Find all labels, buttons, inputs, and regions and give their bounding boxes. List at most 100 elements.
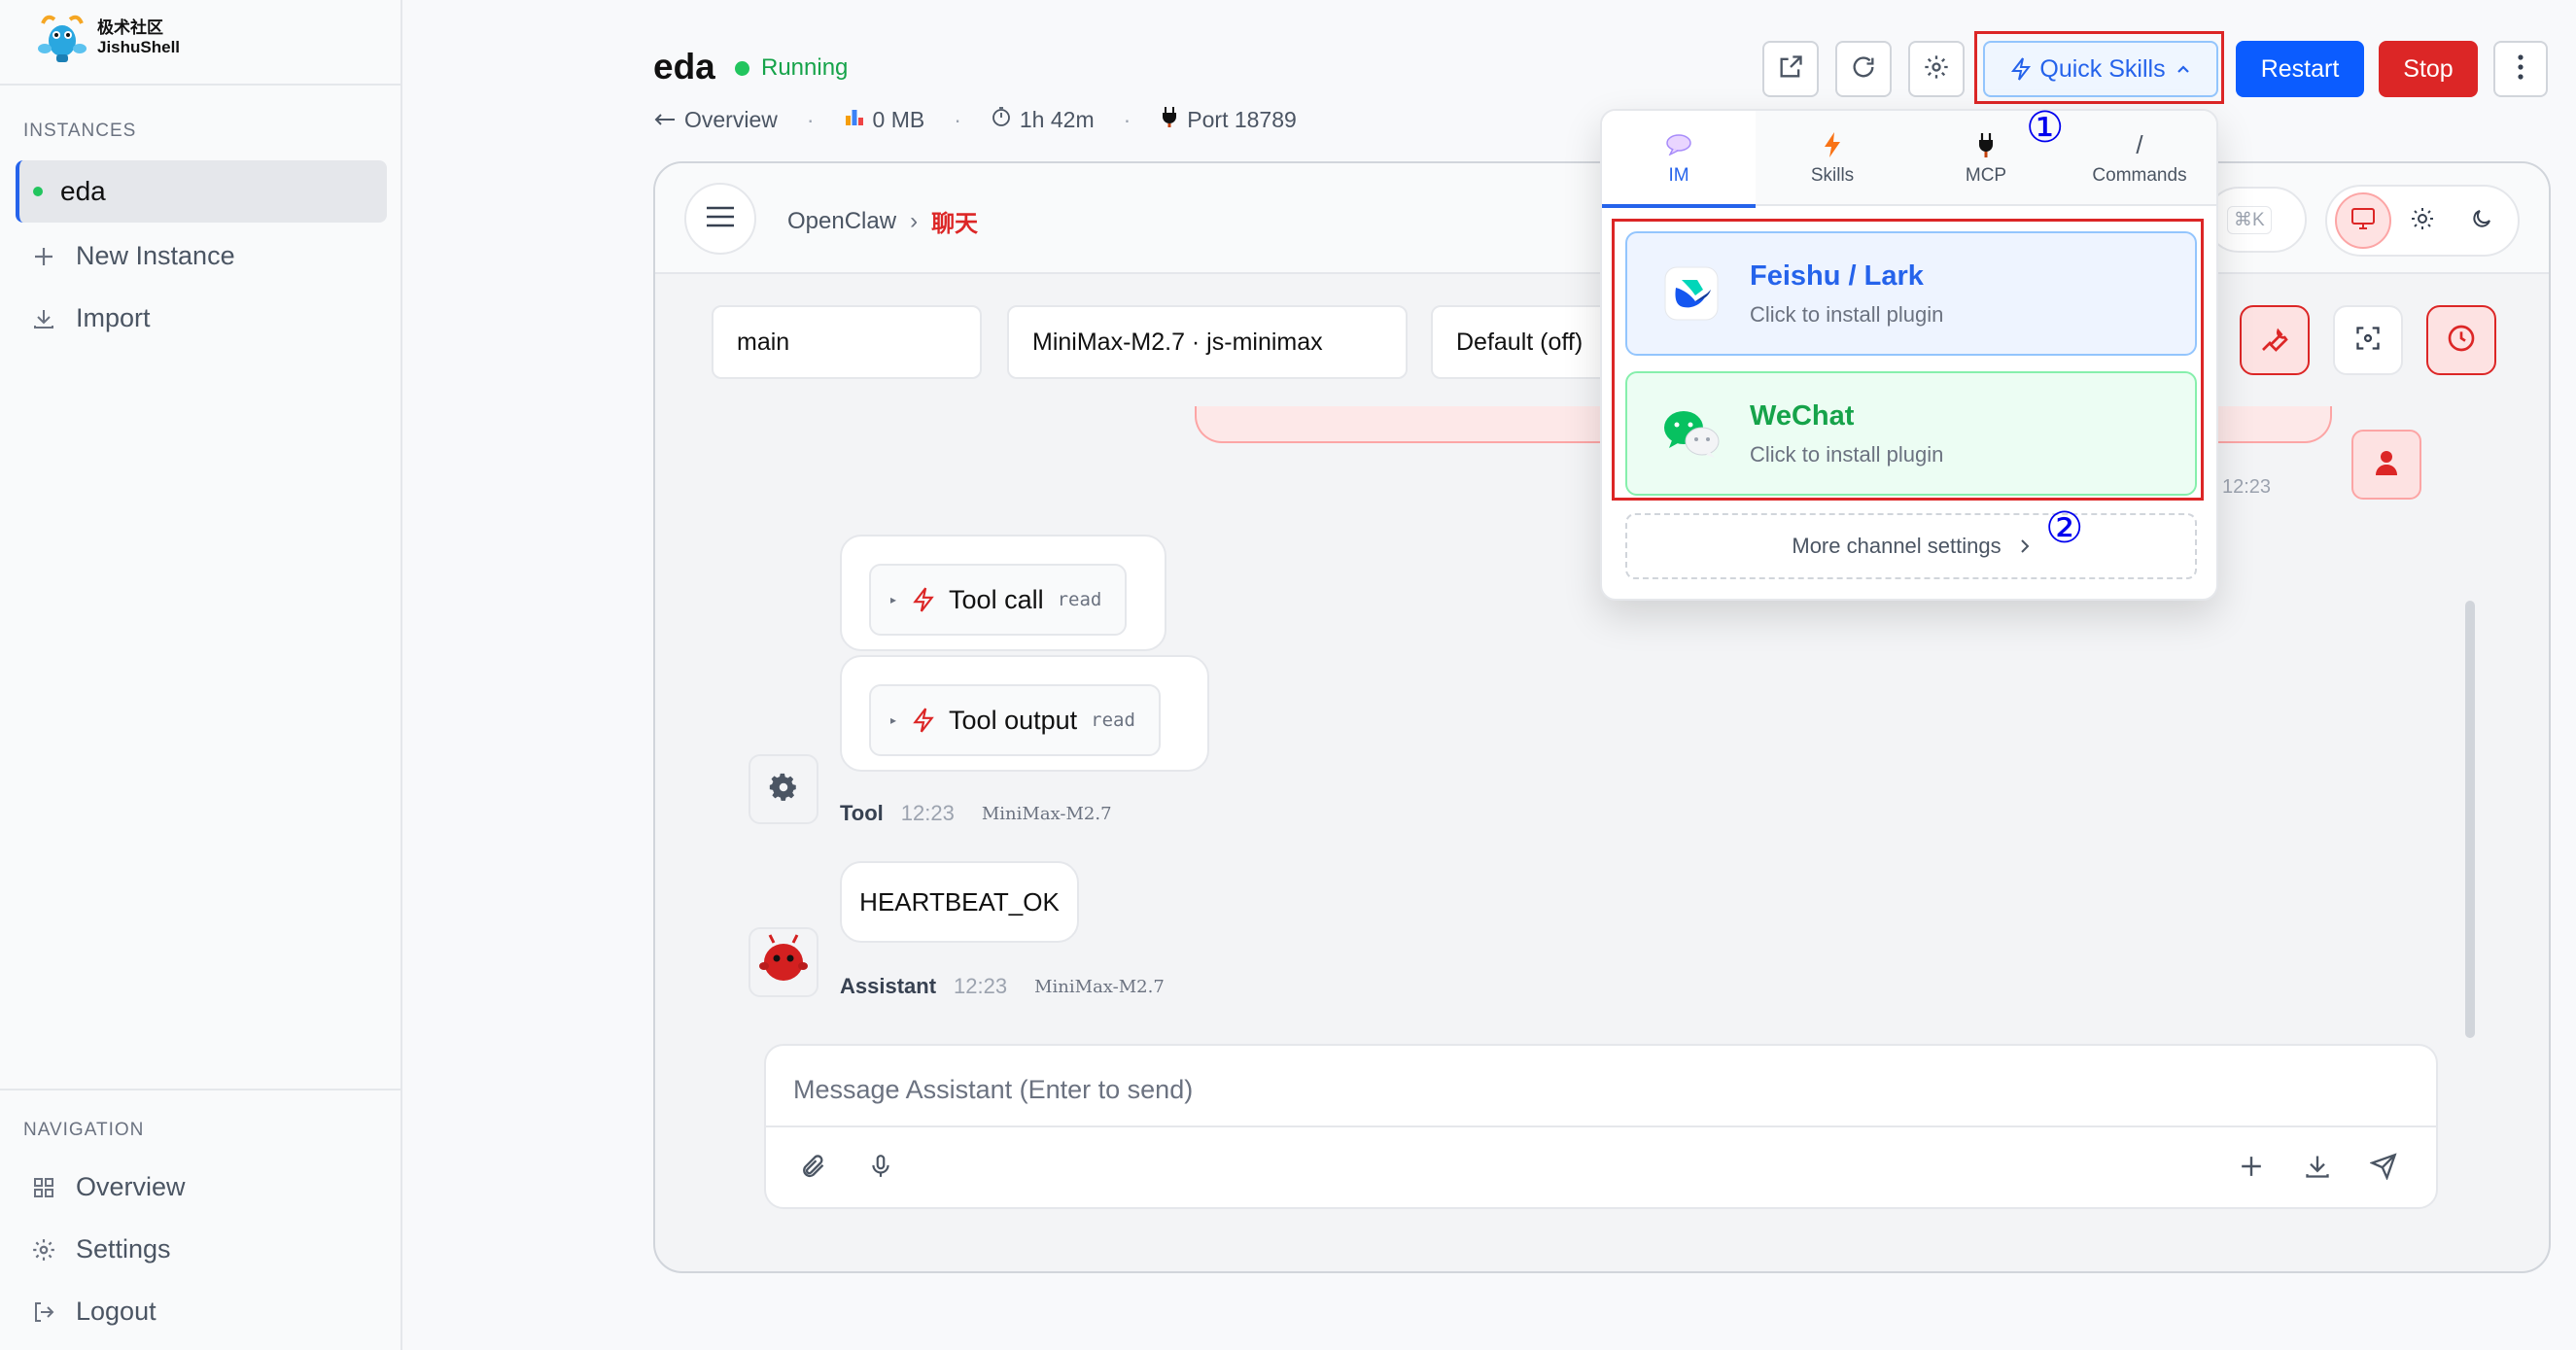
grid-icon — [31, 1175, 56, 1200]
settings-button[interactable] — [1908, 41, 1965, 97]
gear-icon — [1923, 53, 1950, 86]
message-input-placeholder[interactable]: Message Assistant (Enter to send) — [793, 1075, 1193, 1105]
nav-logout-label: Logout — [76, 1297, 157, 1326]
tab-commands-label: Commands — [2092, 165, 2187, 186]
voice-button[interactable] — [861, 1149, 900, 1188]
instance-item-eda[interactable]: eda — [16, 160, 387, 223]
plug-icon — [1976, 130, 1996, 159]
new-chat-button[interactable] — [2232, 1149, 2271, 1188]
send-button[interactable] — [2364, 1149, 2403, 1188]
microphone-icon — [868, 1153, 893, 1185]
command-palette-button[interactable]: ⌘K — [2206, 187, 2307, 253]
assistant-time: 12:23 — [954, 974, 1008, 998]
composer-divider — [766, 1125, 2436, 1127]
memory-stat: 0 MB — [844, 106, 925, 133]
stop-button[interactable]: Stop — [2379, 41, 2478, 97]
brand-cn: 极术社区 — [97, 18, 163, 37]
bolt-icon — [1823, 130, 1842, 159]
nav-settings-label: Settings — [76, 1234, 171, 1263]
logout-icon — [31, 1299, 56, 1325]
overview-back-link[interactable]: Overview — [653, 107, 778, 133]
lobster-logo-icon — [33, 10, 91, 66]
meta-separator: · — [806, 106, 815, 132]
tab-skills[interactable]: Skills — [1756, 111, 1909, 206]
instance-title: eda — [653, 47, 715, 87]
assistant-message-bubble: HEARTBEAT_OK — [840, 861, 1079, 943]
assistant-sender: Assistant — [840, 974, 937, 998]
chat-scrollbar[interactable] — [2465, 601, 2475, 1038]
open-external-button[interactable] — [1762, 41, 1819, 97]
import-link[interactable]: Import — [31, 303, 151, 333]
theme-system-button[interactable] — [2334, 192, 2391, 249]
status-badge: Running — [735, 54, 848, 82]
expand-triangle-icon: ▸ — [890, 713, 897, 727]
tab-im-label: IM — [1668, 165, 1689, 186]
attach-button[interactable] — [793, 1149, 832, 1188]
quick-skills-tabs: IM Skills MCP / Commands — [1602, 111, 2216, 208]
screenshot-button[interactable] — [2333, 305, 2403, 375]
arrow-left-icon — [653, 107, 677, 133]
assistant-message-meta: Assistant 12:23 MiniMax-M2.7 — [840, 974, 1174, 999]
thinking-select[interactable]: Default (off) — [1431, 305, 1625, 379]
divider — [0, 1089, 402, 1090]
tool-call-label: Tool call — [949, 584, 1044, 614]
model-select[interactable]: MiniMax-M2.7 · js-minimax — [1007, 305, 1408, 379]
refresh-icon — [1850, 53, 1877, 86]
breadcrumb-root[interactable]: OpenClaw — [787, 208, 896, 235]
chevron-right-icon — [2019, 538, 2031, 554]
tool-call-bubble: ▸ Tool call read — [840, 535, 1166, 651]
message-composer[interactable]: Message Assistant (Enter to send) — [764, 1044, 2438, 1209]
new-instance-label: New Instance — [76, 241, 235, 270]
send-icon — [2369, 1152, 2397, 1185]
uptime-value: 1h 42m — [1019, 106, 1095, 132]
tab-commands[interactable]: / Commands — [2063, 111, 2216, 206]
wrench-icon — [2259, 323, 2290, 359]
tool-sender: Tool — [840, 801, 884, 825]
tool-output-bubble: ▸ Tool output read — [840, 655, 1209, 772]
breadcrumb: OpenClaw › 聊天 — [787, 204, 978, 238]
more-channel-settings-link[interactable]: More channel settings — [1625, 513, 2197, 579]
status-dot-icon — [735, 60, 749, 76]
port-stat: Port 18789 — [1160, 105, 1297, 134]
theme-toggle-group — [2325, 185, 2520, 257]
instance-meta: Overview · 0 MB · 1h 42m · Port 18789 — [653, 105, 1297, 134]
bolt-icon — [912, 707, 935, 734]
moon-icon — [2470, 207, 2493, 235]
schedule-button[interactable] — [2426, 305, 2496, 375]
more-options-button[interactable] — [2493, 41, 2548, 97]
export-button[interactable] — [2298, 1149, 2337, 1188]
agent-select[interactable]: main — [712, 305, 982, 379]
red-mascot-icon — [754, 931, 813, 994]
new-instance-link[interactable]: New Instance — [31, 241, 235, 271]
user-icon — [2374, 449, 2399, 481]
tab-im[interactable]: IM — [1602, 111, 1756, 208]
tools-button[interactable] — [2240, 305, 2310, 375]
nav-settings[interactable]: Settings — [31, 1234, 171, 1264]
brand-text: 极术社区 JishuShell — [97, 18, 180, 57]
user-avatar — [2351, 430, 2421, 500]
menu-button[interactable] — [684, 183, 756, 255]
brand-en: JishuShell — [97, 38, 181, 56]
nav-overview[interactable]: Overview — [31, 1172, 186, 1202]
tab-mcp-label: MCP — [1965, 165, 2007, 186]
tool-call-row[interactable]: ▸ Tool call read — [869, 564, 1128, 636]
theme-light-button[interactable] — [2394, 192, 2451, 249]
memory-value: 0 MB — [872, 106, 925, 132]
theme-dark-button[interactable] — [2454, 192, 2510, 249]
sidebar: 极术社区 JishuShell INSTANCES eda New Instan… — [0, 0, 402, 1350]
user-message-time: 12:23 — [2222, 476, 2272, 498]
brand-logo[interactable]: 极术社区 JishuShell — [33, 10, 180, 66]
tool-output-row[interactable]: ▸ Tool output read — [869, 684, 1161, 756]
uptime-stat: 1h 42m — [991, 106, 1095, 133]
meta-separator: · — [1123, 106, 1131, 132]
instance-name: eda — [60, 176, 106, 206]
gear-icon — [767, 771, 800, 809]
plus-icon — [31, 244, 56, 269]
kebab-icon — [2517, 52, 2524, 87]
download-icon — [2304, 1153, 2331, 1185]
nav-overview-label: Overview — [76, 1172, 186, 1201]
refresh-button[interactable] — [1835, 41, 1892, 97]
bolt-icon — [912, 586, 935, 613]
restart-button[interactable]: Restart — [2236, 41, 2364, 97]
nav-logout[interactable]: Logout — [31, 1297, 157, 1327]
